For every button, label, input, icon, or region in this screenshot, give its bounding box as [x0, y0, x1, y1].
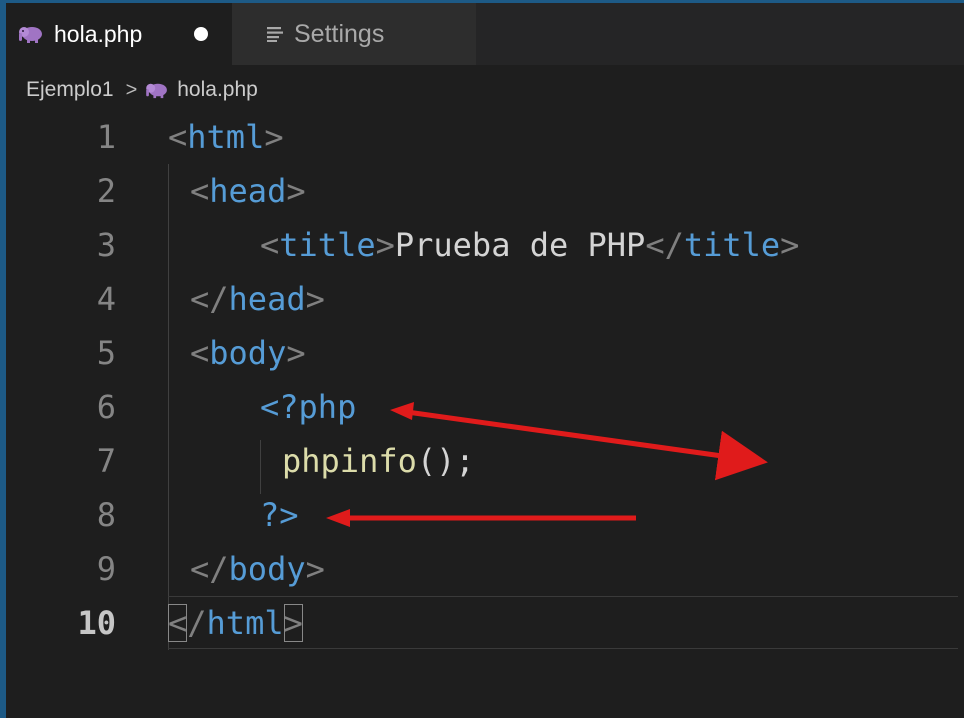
arrow-head-close: [326, 509, 350, 527]
arrow-head-open: [390, 402, 414, 420]
arrow-php-open: [399, 408, 768, 481]
annotation-arrows: [326, 402, 768, 527]
